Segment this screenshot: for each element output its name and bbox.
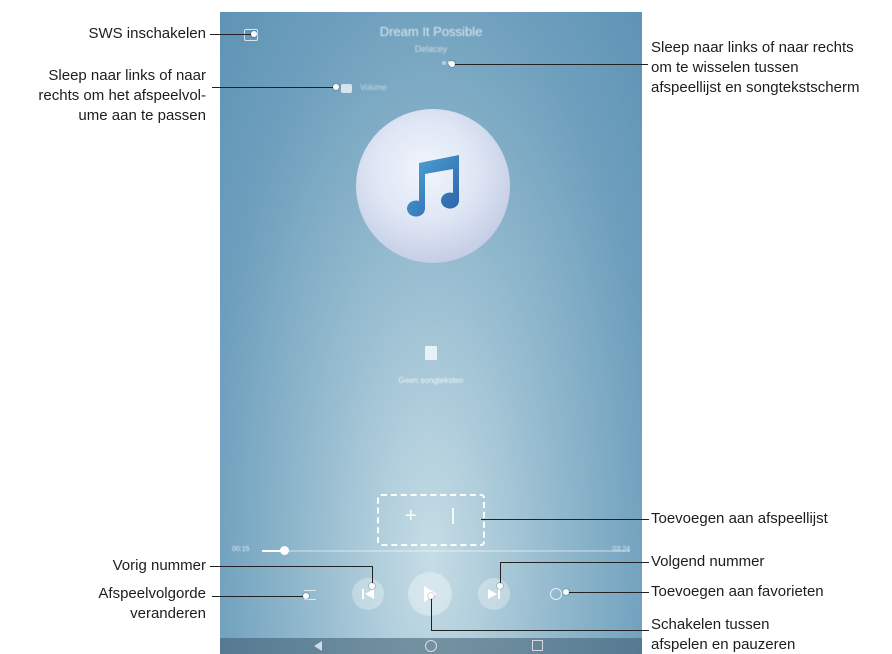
- next-icon: [488, 589, 500, 599]
- callout-dot-prev: [369, 583, 375, 589]
- label-playpause-2: afspelen en pauzeren: [651, 636, 796, 653]
- label-swipe-3: afspeellijst en songtekstscherm: [651, 79, 860, 96]
- callout-line-playpause-h: [431, 630, 649, 631]
- label-volume-3: ume aan te passen: [78, 107, 206, 124]
- add-to-playlist-highlight: [377, 494, 485, 546]
- callout-dot-favorites: [563, 589, 569, 595]
- callout-dot-order: [303, 593, 309, 599]
- callout-dot-playpause: [428, 593, 434, 599]
- label-sws: SWS inschakelen: [88, 25, 206, 42]
- callout-line-next-h: [500, 562, 649, 563]
- callout-line-sws: [210, 34, 254, 35]
- music-player-screen: Dream It Possible Delacey Volume Geen so…: [220, 12, 642, 654]
- volume-slider[interactable]: Volume: [360, 83, 387, 92]
- callout-line-order: [212, 596, 306, 597]
- label-swipe-1: Sleep naar links of naar rechts: [651, 39, 854, 56]
- callout-dot-volume: [333, 84, 339, 90]
- callout-line-add-playlist: [481, 519, 649, 520]
- label-order-2: veranderen: [130, 605, 206, 622]
- add-to-playlist-icon[interactable]: +: [405, 506, 417, 526]
- previous-button[interactable]: [352, 578, 384, 610]
- previous-icon: [362, 589, 374, 599]
- album-art[interactable]: [356, 109, 510, 263]
- callout-line-prev-v: [372, 566, 373, 584]
- callout-line-favorites: [566, 592, 649, 593]
- callout-dot-swipe: [449, 61, 455, 67]
- callout-line-playpause-v: [431, 596, 432, 630]
- back-icon[interactable]: [314, 641, 322, 651]
- label-playpause-1: Schakelen tussen: [651, 616, 770, 633]
- callout-dot-sws: [251, 31, 257, 37]
- label-volume-2: rechts om het afspeelvol-: [38, 87, 206, 104]
- next-button[interactable]: [478, 578, 510, 610]
- navigation-bar: [220, 638, 642, 654]
- favorite-icon[interactable]: [550, 588, 562, 600]
- page-indicator-dot: [442, 61, 446, 65]
- callout-line-swipe: [452, 64, 648, 65]
- label-order-1: Afspeelvolgorde: [98, 585, 206, 602]
- more-options-icon[interactable]: [452, 508, 454, 524]
- recent-apps-icon[interactable]: [532, 640, 543, 651]
- callout-line-prev-h: [210, 566, 373, 567]
- label-favorites: Toevoegen aan favorieten: [651, 583, 824, 600]
- callout-line-volume: [212, 87, 336, 88]
- callout-line-next-v: [500, 562, 501, 584]
- progress-knob[interactable]: [280, 546, 289, 555]
- progress-track[interactable]: [262, 550, 630, 552]
- label-prev: Vorig nummer: [112, 557, 206, 574]
- no-lyrics-label: Geen songteksten: [398, 376, 464, 385]
- song-title: Dream It Possible: [379, 24, 483, 39]
- callout-dot-next: [497, 583, 503, 589]
- lyrics-icon: [425, 346, 437, 360]
- label-add-playlist: Toevoegen aan afspeellijst: [651, 510, 828, 527]
- label-swipe-2: om te wisselen tussen: [651, 59, 799, 76]
- time-total: 03:24: [612, 546, 630, 553]
- artist-name: Delacey: [414, 44, 448, 54]
- label-next: Volgend nummer: [651, 553, 765, 570]
- home-icon[interactable]: [425, 640, 437, 652]
- label-volume-1: Sleep naar links of naar: [48, 67, 206, 84]
- volume-icon[interactable]: [341, 84, 352, 93]
- time-elapsed: 00:15: [232, 546, 250, 553]
- music-note-icon: [407, 155, 459, 217]
